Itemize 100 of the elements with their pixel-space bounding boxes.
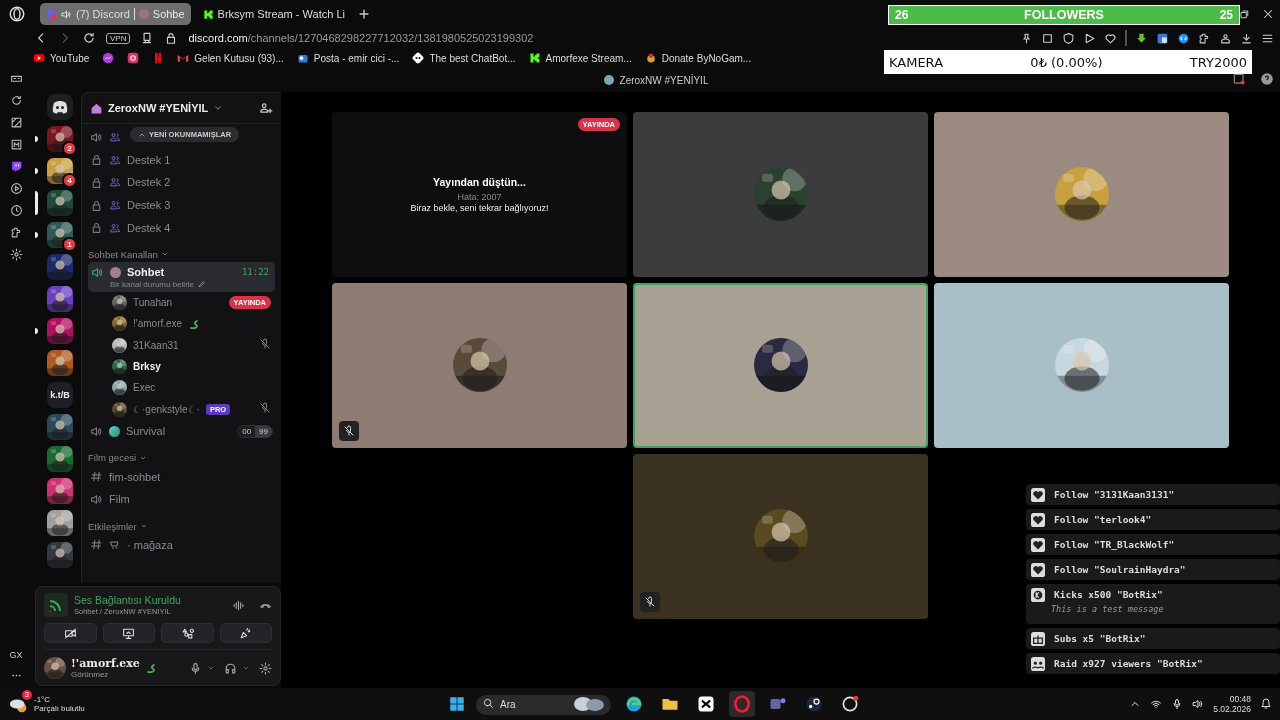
lock-icon [90,153,103,167]
category-header[interactable]: Sohbet Kanalları [88,248,275,260]
inbox-icon[interactable] [1232,72,1246,86]
tab-title: (7) Discord [76,8,130,20]
chevron-icon [207,664,215,672]
camera-button[interactable] [44,623,97,643]
bookmark-link[interactable]: Donate ByNoGam... [644,52,752,64]
search-icon [483,698,494,709]
clock-date[interactable]: 5.02.2026 [1213,704,1251,714]
pin-icon [1020,31,1033,45]
pencil-icon [198,280,207,289]
bookmark-link[interactable]: Gelen Kutusu (93)... [177,52,284,64]
heart-icon [1031,562,1045,577]
lock-icon [90,198,103,212]
shapes-icon [180,626,194,640]
channel-item[interactable]: Destek 3 [88,193,275,217]
hash-icon [90,538,103,552]
bookmark-link[interactable]: Amorfexe Stream... [528,52,632,64]
settings-icon [259,661,272,675]
speaker-icon [90,492,103,506]
channel-item[interactable]: Survival 00 99 [88,419,275,443]
download-icon [1240,31,1253,45]
kick-icon [1031,587,1045,602]
server-name[interactable]: ZeroxNW #YENİYIL [108,102,209,114]
discord-home-icon[interactable] [47,94,73,120]
bookmark-link[interactable]: YouTube [33,52,90,64]
people-icon [1031,656,1045,671]
translate-icon[interactable] [1156,31,1169,45]
channel-item[interactable]: Destek 4 [88,216,275,239]
restore-icon[interactable] [1238,8,1250,20]
twitch-icon[interactable] [9,160,23,173]
chevron-icon [242,664,250,672]
video-tile[interactable] [633,111,928,277]
search-highlight-icon [573,696,605,712]
chat-bubble-icon[interactable] [102,52,115,64]
url-field[interactable]: discord.com/channels/1270468298227712032/1381980525023199302 [188,32,534,44]
messenger-box-icon [9,138,23,151]
shazam-icon[interactable] [1177,31,1190,45]
screen-share-button[interactable] [102,623,155,643]
channel-item[interactable]: Sohbet 11:22 Bir kanal durumu belirle [88,261,275,292]
goal-label: FOLLOWERS [1024,8,1104,22]
server-button[interactable]: k.t/B [47,382,73,408]
add-member-icon [259,101,273,115]
window-title: ZeroxNW #YENİYIL [619,74,709,86]
video-tile[interactable] [633,453,928,619]
category-header[interactable]: Etkileşimler [88,520,275,532]
voice-user[interactable]: Exec [88,377,275,399]
channel-item[interactable]: Film [88,487,275,511]
gx-label[interactable]: GX [9,650,23,660]
help-icon[interactable] [1260,72,1274,86]
voice-user[interactable]: 31Kaan31 [88,334,275,356]
channel-item[interactable]: Destek 1 [88,148,275,172]
people-icon [109,131,121,144]
speaker-icon [61,8,72,20]
envelope-icon [296,52,309,64]
bookmark-link[interactable]: Posta - emir cici -... [296,52,400,64]
video-tile[interactable] [332,282,627,448]
soundboard-button[interactable] [219,623,272,643]
username[interactable]: !'amorf.exe [71,657,140,670]
temperature: -1°C [34,695,52,704]
bookmark-link[interactable]: The best ChatBot... [412,52,516,64]
history-icon [9,204,23,217]
voice-user[interactable]: !'amorf.exe [88,313,275,335]
muted-icon [259,402,271,415]
channel-item[interactable]: fim-sohbet [88,465,275,488]
browser-tab[interactable]: (7) Discord Sohbe [40,3,191,25]
alert-text: Raid x927 viewers "BotRix" [1054,658,1203,669]
lock-icon [90,176,103,189]
signal-icon [44,593,68,617]
goal-amount: 0₺ (0.00%) [1030,54,1103,70]
close-icon[interactable] [1262,8,1274,20]
channel-item[interactable]: Destek 2 [88,171,275,194]
opera-logo-icon[interactable] [8,5,26,23]
speaker-icon [90,424,103,438]
mention-badge: 1 [62,237,77,252]
vpn-badge[interactable]: VPN [106,32,131,44]
alert-text: Follow "SoulrainHaydra" [1054,564,1186,575]
video-tile[interactable] [934,111,1229,277]
channel-item[interactable]: · mağaza [88,533,275,557]
letter-logo-icon [528,52,541,64]
alert-text: Follow "3131Kaan3131" [1054,489,1175,500]
camera-logo-icon[interactable] [127,52,140,64]
refresh-icon [9,94,23,107]
voice-user[interactable]: Brksy [88,355,275,378]
start-icon[interactable] [448,695,466,713]
download-arrow-icon[interactable] [1135,31,1148,45]
cart-icon [109,538,121,551]
category-header[interactable]: Film gecesi [88,452,275,464]
clock-time[interactable]: 00:48 [1229,694,1251,704]
activities-button[interactable] [161,623,214,643]
people-icon [109,221,121,234]
video-tile[interactable] [934,282,1229,448]
profile-icon [1219,31,1232,45]
video-tile[interactable] [633,282,928,448]
browser-tab[interactable]: Brksym Stream - Watch Li [196,3,351,25]
weather-description: Parçalı bulutlu [34,704,85,713]
player-icon [9,182,23,195]
mention-badge: 2 [62,141,77,156]
goal-target: TRY2000 [1189,54,1247,70]
globe-icon [109,425,120,437]
